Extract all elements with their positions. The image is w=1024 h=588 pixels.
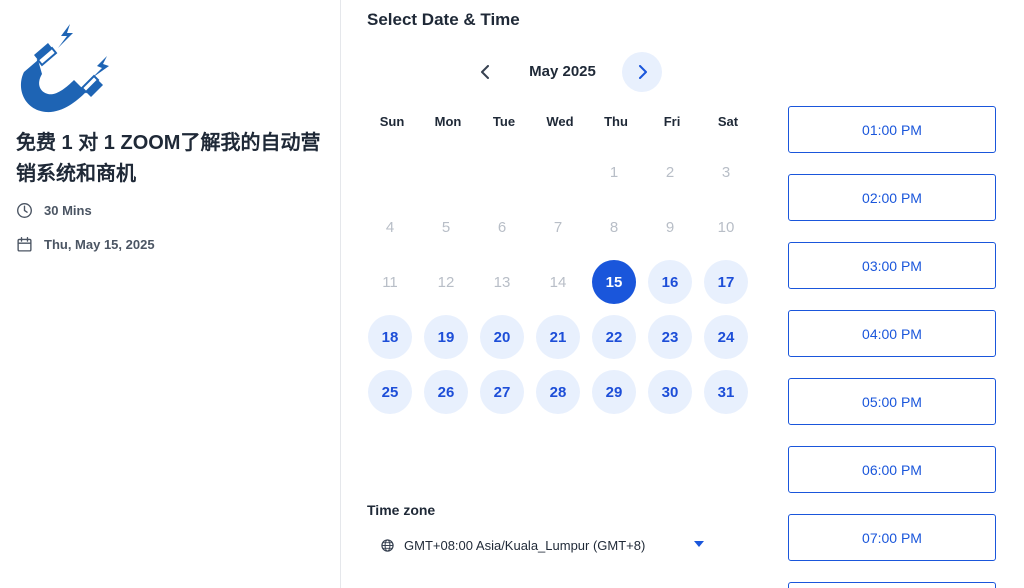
weekday-tue: Tue [492, 114, 516, 129]
day-3: 3 [721, 163, 731, 181]
weekday-thu: Thu [604, 114, 628, 129]
weekday-wed: Wed [546, 114, 574, 129]
day-28[interactable]: 28 [536, 370, 580, 414]
day-21[interactable]: 21 [536, 315, 580, 359]
day-8: 8 [609, 218, 619, 236]
day-22[interactable]: 22 [592, 315, 636, 359]
day-16[interactable]: 16 [648, 260, 692, 304]
event-title: 免费 1 对 1 ZOOM了解我的自动营销系统和商机 [16, 132, 321, 185]
next-month-button[interactable] [622, 52, 662, 92]
weekday-sat: Sat [717, 114, 739, 129]
day-10: 10 [717, 218, 735, 236]
weekday-mon: Mon [434, 114, 462, 129]
chevron-left-icon [481, 65, 489, 79]
time-slot-button[interactable]: 07:00 PM [788, 514, 996, 561]
caret-down-icon [694, 541, 704, 547]
weekday-fri: Fri [663, 114, 681, 129]
day-13: 13 [493, 273, 511, 291]
day-26[interactable]: 26 [424, 370, 468, 414]
day-30[interactable]: 30 [648, 370, 692, 414]
duration-text: 30 Mins [44, 203, 92, 218]
time-slot-button[interactable]: 06:00 PM [788, 446, 996, 493]
day-4: 4 [385, 218, 395, 236]
day-25[interactable]: 25 [368, 370, 412, 414]
prev-month-button[interactable] [466, 52, 506, 92]
timezone-label: Time zone [367, 502, 436, 518]
day-15[interactable]: 15 [592, 260, 636, 304]
day-14: 14 [549, 273, 567, 291]
day-23[interactable]: 23 [648, 315, 692, 359]
time-slot-button[interactable]: 04:00 PM [788, 310, 996, 357]
day-27[interactable]: 27 [480, 370, 524, 414]
clock-icon [17, 203, 32, 218]
time-slot-button[interactable]: 03:00 PM [788, 242, 996, 289]
chevron-right-icon [639, 65, 647, 79]
day-29[interactable]: 29 [592, 370, 636, 414]
day-18[interactable]: 18 [368, 315, 412, 359]
timezone-select[interactable]: GMT+08:00 Asia/Kuala_Lumpur (GMT+8) [381, 533, 711, 557]
day-7: 7 [553, 218, 563, 236]
day-31[interactable]: 31 [704, 370, 748, 414]
day-2: 2 [665, 163, 675, 181]
day-9: 9 [665, 218, 675, 236]
date-row: Thu, May 15, 2025 [16, 236, 155, 253]
timezone-value: GMT+08:00 Asia/Kuala_Lumpur (GMT+8) [404, 537, 646, 553]
day-24[interactable]: 24 [704, 315, 748, 359]
month-label: May 2025 [529, 63, 596, 80]
section-title: Select Date & Time [367, 10, 520, 29]
selected-date-text: Thu, May 15, 2025 [44, 237, 155, 252]
day-5: 5 [441, 218, 451, 236]
time-slot-button-partial[interactable] [788, 582, 996, 588]
magnet-icon [20, 24, 109, 113]
day-11: 11 [382, 273, 398, 291]
duration-row: 30 Mins [16, 202, 92, 219]
day-17[interactable]: 17 [704, 260, 748, 304]
day-6: 6 [497, 218, 507, 236]
day-19[interactable]: 19 [424, 315, 468, 359]
calendar-icon [17, 237, 32, 252]
globe-icon [381, 538, 394, 552]
time-slot-button[interactable]: 01:00 PM [788, 106, 996, 153]
day-1: 1 [609, 163, 619, 181]
weekday-sun: Sun [379, 114, 405, 129]
time-slot-button[interactable]: 02:00 PM [788, 174, 996, 221]
day-12: 12 [437, 273, 455, 291]
event-info-panel: 免费 1 对 1 ZOOM了解我的自动营销系统和商机 30 Mins Thu, … [0, 0, 341, 588]
time-slot-button[interactable]: 05:00 PM [788, 378, 996, 425]
day-20[interactable]: 20 [480, 315, 524, 359]
